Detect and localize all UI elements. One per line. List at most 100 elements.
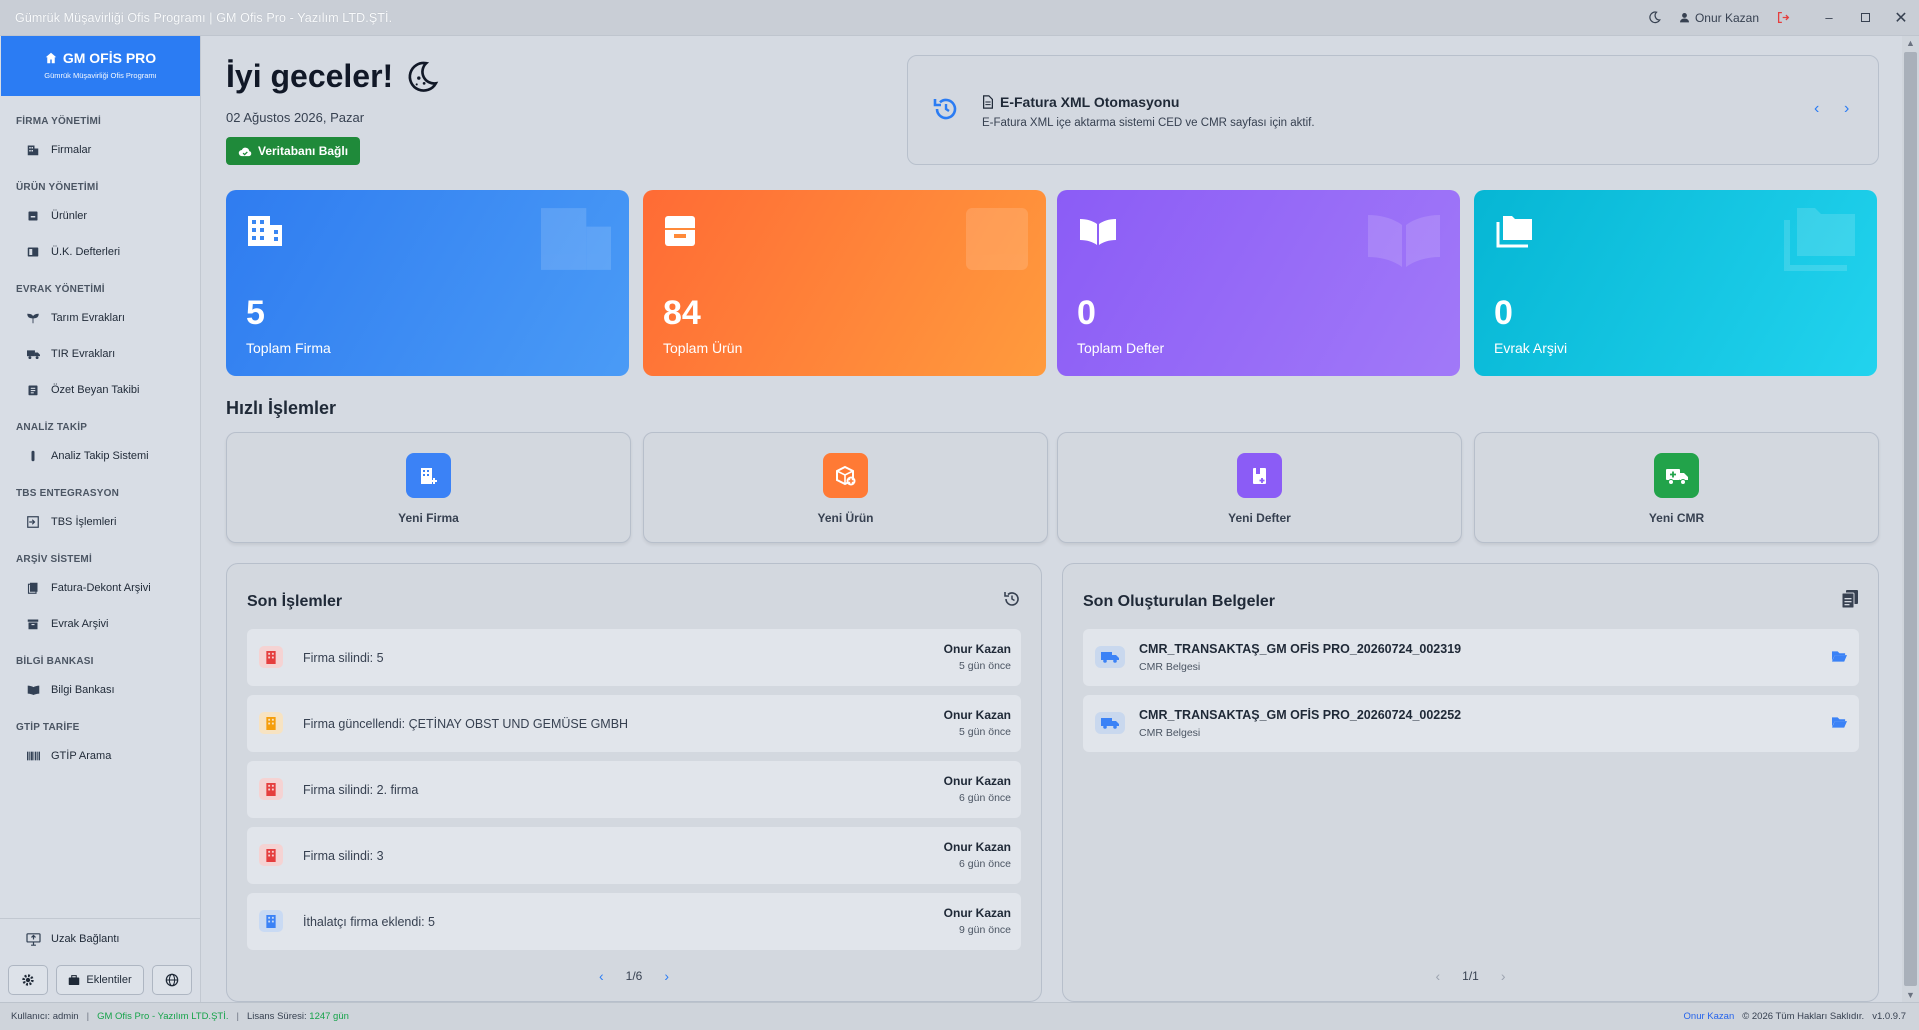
notice-carousel: E-Fatura XML Otomasyonu E-Fatura XML içe… [907, 55, 1879, 165]
notice-next-button[interactable]: › [1844, 100, 1849, 118]
sidebar-item-tarim-evraklari[interactable]: Tarım Evrakları [0, 300, 200, 336]
history-icon[interactable] [1003, 590, 1021, 613]
language-button[interactable] [152, 965, 192, 995]
recent-row[interactable]: Firma silindi: 5 Onur Kazan 5 gün önce [247, 629, 1021, 686]
remote-connection-button[interactable]: Uzak Bağlantı [0, 919, 200, 959]
home-icon [45, 52, 57, 64]
status-company: GM Ofis Pro - Yazılım LTD.ŞTİ. [97, 1011, 229, 1022]
logout-icon[interactable] [1769, 0, 1797, 36]
sidebar-item-tir-evraklari[interactable]: TIR Evrakları [0, 336, 200, 372]
book-plus-icon [1237, 453, 1282, 498]
stat-label: Toplam Defter [1077, 340, 1165, 356]
window-title: Gümrük Müşavirliği Ofis Programı | GM Of… [15, 10, 393, 25]
truck-plus-icon [1654, 453, 1699, 498]
building-watermark-icon [541, 208, 611, 275]
documents-icon[interactable] [1841, 590, 1858, 613]
recent-row[interactable]: İthalatçı firma eklendi: 5 Onur Kazan 9 … [247, 893, 1021, 950]
remote-desktop-icon [26, 932, 41, 946]
current-date: 02 Ağustos 2026, Pazar [226, 110, 365, 125]
status-author-link[interactable]: Onur Kazan [1684, 1011, 1735, 1022]
status-user-label: Kullanıcı: [11, 1011, 51, 1022]
documents-prev-page-button[interactable]: ‹ [1435, 968, 1440, 984]
notice-prev-button[interactable]: ‹ [1814, 100, 1819, 118]
sidebar-item-tbs-islemleri[interactable]: TBS İşlemleri [0, 504, 200, 540]
globe-icon [165, 973, 179, 987]
close-button[interactable]: ✕ [1883, 0, 1919, 36]
attachments-button[interactable]: Eklentiler [56, 965, 144, 995]
greeting: İyi geceler! [226, 58, 439, 95]
scroll-thumb[interactable] [1904, 52, 1917, 986]
scroll-down-arrow[interactable]: ▼ [1902, 990, 1919, 1000]
documents-next-page-button[interactable]: › [1501, 968, 1506, 984]
recent-row-text: Firma silindi: 5 [303, 651, 384, 665]
recent-next-page-button[interactable]: › [664, 968, 669, 984]
sidebar-item-ozet-beyan[interactable]: Özet Beyan Takibi [0, 372, 200, 408]
quick-new-urun-button[interactable]: Yeni Ürün [643, 432, 1048, 543]
quick-new-defter-button[interactable]: Yeni Defter [1057, 432, 1462, 543]
folder-open-icon[interactable] [1832, 715, 1847, 733]
recent-prev-page-button[interactable]: ‹ [599, 968, 604, 984]
building-delete-icon [259, 844, 283, 866]
recent-row-user: Onur Kazan [943, 774, 1011, 788]
recent-row-text: Firma güncellendi: ÇETİNAY OBST UND GEMÜ… [303, 717, 629, 731]
scroll-up-arrow[interactable]: ▲ [1902, 38, 1919, 48]
recent-row[interactable]: Firma silindi: 3 Onur Kazan 6 gün önce [247, 827, 1021, 884]
recent-row-user: Onur Kazan [943, 840, 1011, 854]
document-row[interactable]: CMR_TRANSAKTAŞ_GM OFİS PRO_20260724_0022… [1083, 695, 1859, 752]
recent-documents-panel: Son Oluşturulan Belgeler CMR_TRANSAKTAŞ_… [1062, 563, 1879, 1002]
sidebar-item-uk-defterleri[interactable]: Ü.K. Defterleri [0, 234, 200, 270]
minimize-button[interactable]: – [1811, 0, 1847, 36]
sidebar-item-analiz-takip[interactable]: Analiz Takip Sistemi [0, 438, 200, 474]
recent-row-text: İthalatçı firma eklendi: 5 [303, 915, 436, 929]
stat-label: Toplam Ürün [663, 340, 743, 356]
clipboard-icon [26, 384, 40, 396]
document-row[interactable]: CMR_TRANSAKTAŞ_GM OFİS PRO_20260724_0023… [1083, 629, 1859, 686]
files-icon [26, 582, 40, 594]
sidebar-bottom: Uzak Bağlantı Eklentiler [0, 918, 200, 1001]
box-plus-icon [823, 453, 868, 498]
brand[interactable]: GM OFİS PRO Gümrük Müşavirliği Ofis Prog… [1, 36, 200, 96]
documents-page-indicator: 1/1 [1462, 969, 1479, 983]
settings-button[interactable] [8, 965, 48, 995]
truck-icon [1095, 712, 1125, 734]
sidebar-item-gtip-arama[interactable]: GTİP Arama [0, 738, 200, 774]
truck-icon [1095, 646, 1125, 668]
folders-icon [1496, 216, 1534, 253]
test-tube-icon [26, 450, 40, 462]
sidebar-item-urunler[interactable]: Ürünler [0, 198, 200, 234]
building-add-icon [259, 910, 283, 932]
vertical-scrollbar[interactable]: ▲ ▼ [1902, 36, 1919, 1002]
stat-card-firma[interactable]: 5 Toplam Firma [226, 190, 629, 376]
stat-card-arsiv[interactable]: 0 Evrak Arşivi [1474, 190, 1877, 376]
recent-row[interactable]: Firma silindi: 2. firma Onur Kazan 6 gün… [247, 761, 1021, 818]
recent-row[interactable]: Firma güncellendi: ÇETİNAY OBST UND GEMÜ… [247, 695, 1021, 752]
stat-card-defter[interactable]: 0 Toplam Defter [1057, 190, 1460, 376]
book-icon [26, 246, 40, 258]
recent-row-time: 5 gün önce [959, 660, 1011, 672]
quick-new-cmr-button[interactable]: Yeni CMR [1474, 432, 1879, 543]
quick-action-label: Yeni Defter [1228, 511, 1291, 525]
document-name: CMR_TRANSAKTAŞ_GM OFİS PRO_20260724_0023… [1139, 642, 1462, 656]
briefcase-icon [69, 974, 80, 985]
recent-row-user: Onur Kazan [943, 708, 1011, 722]
maximize-button[interactable] [1847, 0, 1883, 36]
documents-pager: ‹ 1/1 › [1063, 968, 1878, 984]
folder-watermark-icon [1783, 208, 1859, 277]
section-bilgi: BİLGİ BANKASI [16, 656, 94, 667]
stat-card-urun[interactable]: 84 Toplam Ürün [643, 190, 1046, 376]
building-icon [26, 144, 40, 156]
sidebar-item-fatura-dekont[interactable]: Fatura-Dekont Arşivi [0, 570, 200, 606]
sidebar-item-firmalar[interactable]: Firmalar [0, 132, 200, 168]
quick-action-label: Yeni Firma [398, 511, 459, 525]
folder-open-icon[interactable] [1832, 649, 1847, 667]
stat-label: Evrak Arşivi [1494, 340, 1568, 356]
building-update-icon [259, 712, 283, 734]
sidebar-item-bilgi-bankasi[interactable]: Bilgi Bankası [0, 672, 200, 708]
quick-new-firma-button[interactable]: Yeni Firma [226, 432, 631, 543]
current-user[interactable]: Onur Kazan [1669, 11, 1769, 25]
sidebar-item-evrak-arsivi[interactable]: Evrak Arşivi [0, 606, 200, 642]
theme-moon-icon[interactable] [1641, 0, 1669, 36]
sidebar: GM OFİS PRO Gümrük Müşavirliği Ofis Prog… [0, 36, 201, 1002]
gear-icon [22, 974, 34, 986]
db-status-badge[interactable]: Veritabanı Bağlı [226, 137, 361, 165]
